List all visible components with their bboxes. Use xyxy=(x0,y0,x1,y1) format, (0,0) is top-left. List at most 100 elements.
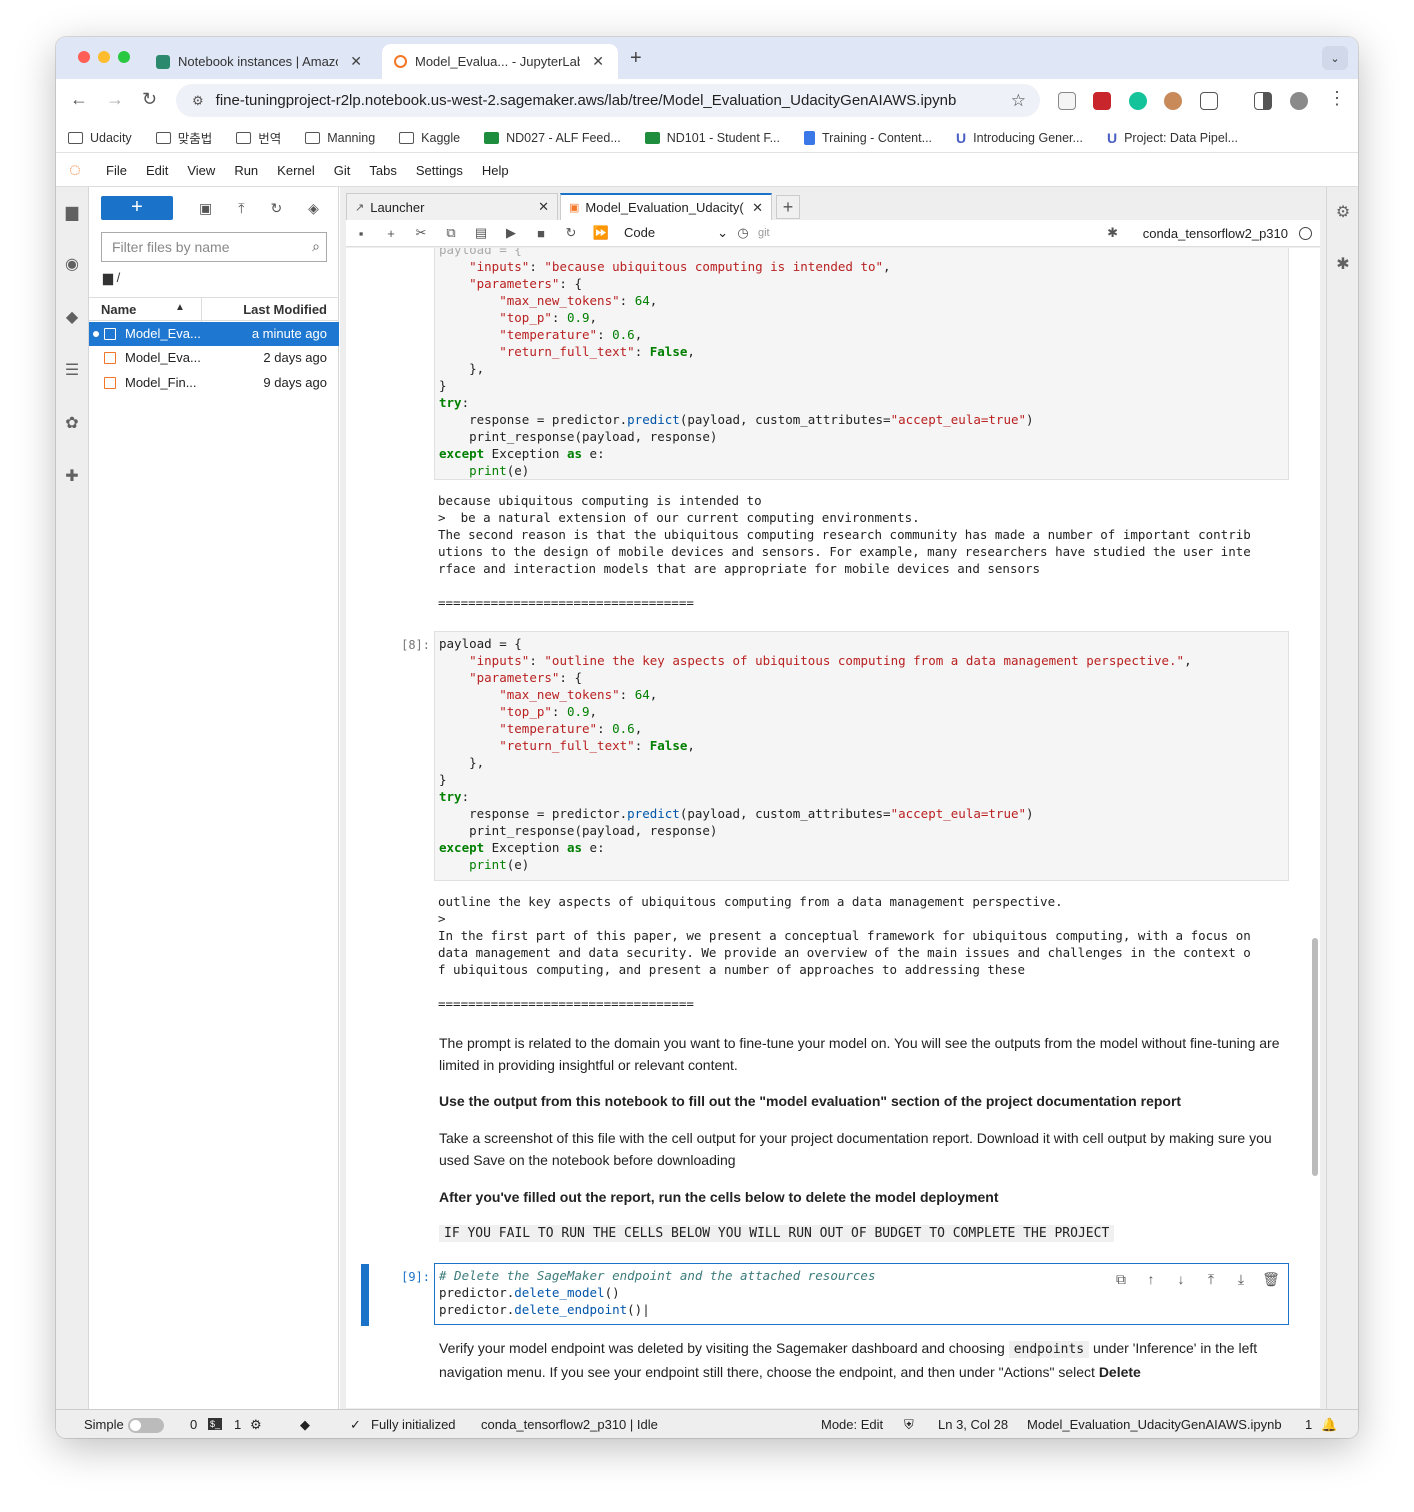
property-inspector-icon[interactable]: ⚙ xyxy=(1333,203,1353,223)
extensions-icon[interactable]: ✚ xyxy=(62,467,82,487)
close-icon[interactable]: ✕ xyxy=(752,200,763,216)
insert-below-icon[interactable]: ⤓ xyxy=(1226,1271,1256,1288)
menu-help[interactable]: Help xyxy=(482,163,509,178)
restart-icon[interactable]: ↻ xyxy=(556,225,586,241)
cursor-position[interactable]: Ln 3, Col 28 xyxy=(938,1417,1008,1432)
code-cell-8-editor[interactable]: payload = { "inputs": "outline the key a… xyxy=(434,631,1289,881)
menu-file[interactable]: File xyxy=(106,163,127,178)
code-cell-7-editor[interactable]: payload = { "inputs": "because ubiquitou… xyxy=(434,248,1289,480)
new-launcher-button[interactable]: + xyxy=(101,196,173,220)
page-extension-icon[interactable] xyxy=(1058,92,1076,110)
simple-mode-toggle[interactable] xyxy=(128,1418,164,1433)
git-icon[interactable]: ◆ xyxy=(62,308,82,328)
delete-cell-icon[interactable]: 🗑 xyxy=(1256,1271,1286,1288)
site-settings-icon[interactable]: ⚙ xyxy=(192,93,204,109)
paste-icon[interactable]: ▤ xyxy=(466,225,496,241)
notebook-scrollbar[interactable] xyxy=(1312,938,1318,1176)
lastpass-extension-icon[interactable] xyxy=(1093,92,1111,110)
tab-search-button[interactable]: ⌄ xyxy=(1322,46,1348,70)
history-icon[interactable]: ◷ xyxy=(728,225,758,241)
bookmark-introducing[interactable]: U Introducing Gener... xyxy=(956,130,1083,146)
menu-git[interactable]: Git xyxy=(334,163,351,178)
address-bar[interactable]: ⚙ fine-tuningproject-r2lp.notebook.us-we… xyxy=(176,84,1040,117)
insert-cell-icon[interactable]: + xyxy=(376,226,406,241)
kernel-count[interactable]: 1 xyxy=(234,1417,241,1432)
bookmark-project[interactable]: U Project: Data Pipel... xyxy=(1107,130,1238,146)
bookmark-manning[interactable]: Manning xyxy=(305,131,375,145)
tab-launcher[interactable]: ↗ Launcher ✕ xyxy=(346,193,558,220)
upload-icon[interactable]: ⤒ xyxy=(238,200,244,217)
kernel-name[interactable]: conda_tensorflow2_p310 xyxy=(1143,226,1288,241)
running-kernels-icon[interactable]: ◉ xyxy=(62,255,82,275)
bookmark-nd027[interactable]: ND027 - ALF Feed... xyxy=(484,131,621,145)
save-icon[interactable]: ▪ xyxy=(346,226,376,241)
git-status-icon[interactable]: ◆ xyxy=(300,1417,310,1433)
tab-notebook[interactable]: ▣ Model_Evaluation_Udacity( ✕ xyxy=(560,193,772,220)
stop-icon[interactable]: ■ xyxy=(526,226,556,241)
breadcrumb[interactable]: ▆ / xyxy=(103,270,120,286)
bookmark-star-icon[interactable]: ☆ xyxy=(1011,91,1026,111)
reload-button[interactable]: ↻ xyxy=(142,89,157,110)
file-browser-icon[interactable]: ▆ xyxy=(62,203,82,223)
refresh-icon[interactable]: ↻ xyxy=(270,200,282,217)
browser-menu-icon[interactable]: ⋮ xyxy=(1328,88,1346,109)
bookmark-udacity[interactable]: Udacity xyxy=(68,131,132,145)
markdown-cell[interactable]: The prompt is related to the domain you … xyxy=(439,1032,1284,1245)
zoom-window-button[interactable] xyxy=(118,51,130,63)
bell-icon[interactable]: 🔔 xyxy=(1321,1417,1337,1433)
bookmark-translate[interactable]: 번역 xyxy=(236,128,281,147)
git-clone-icon[interactable]: ◈ xyxy=(308,200,319,217)
grammarly-extension-icon[interactable] xyxy=(1129,92,1147,110)
menu-edit[interactable]: Edit xyxy=(146,163,168,178)
sagemaker-icon[interactable]: ✿ xyxy=(62,414,82,434)
menu-kernel[interactable]: Kernel xyxy=(277,163,315,178)
profile-avatar[interactable] xyxy=(1290,92,1308,110)
menu-run[interactable]: Run xyxy=(234,163,258,178)
extension-icon[interactable] xyxy=(1164,92,1182,110)
close-window-button[interactable] xyxy=(78,51,90,63)
bookmark-nd101[interactable]: ND101 - Student F... xyxy=(644,131,780,145)
copy-icon[interactable]: ⧉ xyxy=(436,225,466,241)
run-all-icon[interactable]: ⏩ xyxy=(586,225,616,241)
debugger-icon[interactable]: ✱ xyxy=(1107,225,1118,241)
menu-tabs[interactable]: Tabs xyxy=(369,163,396,178)
notification-count[interactable]: 1 xyxy=(1305,1417,1312,1432)
terminal-count[interactable]: 0 xyxy=(190,1417,197,1432)
side-panel-icon[interactable] xyxy=(1254,92,1272,110)
cut-icon[interactable]: ✂ xyxy=(406,225,436,241)
insert-above-icon[interactable]: ⤒ xyxy=(1196,1271,1226,1288)
file-row[interactable]: Model_Fin... 9 days ago xyxy=(89,371,339,395)
browser-tab-sagemaker[interactable]: Notebook instances | Amazon ✕ xyxy=(144,44,376,79)
sort-ascending-icon[interactable]: ▲ xyxy=(175,302,185,313)
duplicate-cell-icon[interactable]: ⧉ xyxy=(1106,1271,1136,1288)
cell-type-select[interactable]: Code ⌄ xyxy=(624,225,728,241)
new-tab-button[interactable]: + xyxy=(630,47,642,70)
close-tab-icon[interactable]: ✕ xyxy=(350,53,362,70)
table-of-contents-icon[interactable]: ☰ xyxy=(62,361,82,381)
file-row[interactable]: Model_Eva... 2 days ago xyxy=(89,346,339,370)
modified-column-header[interactable]: Last Modified xyxy=(243,302,327,317)
forward-button[interactable]: → xyxy=(106,89,124,110)
move-up-icon[interactable]: ↑ xyxy=(1136,1271,1166,1288)
markdown-cell[interactable]: Verify your model endpoint was deleted b… xyxy=(439,1337,1284,1383)
menu-settings[interactable]: Settings xyxy=(416,163,463,178)
git-diff-button[interactable]: git xyxy=(758,227,770,239)
extensions-puzzle-icon[interactable] xyxy=(1200,92,1218,110)
trusted-shield-icon[interactable]: ⛨ xyxy=(904,1417,914,1433)
lsp-status[interactable]: Fully initialized xyxy=(371,1417,456,1432)
bookmark-training[interactable]: Training - Content... xyxy=(804,130,932,145)
name-column-header[interactable]: Name xyxy=(101,302,136,317)
browser-tab-jupyterlab[interactable]: Model_Evalua... - JupyterLab ✕ xyxy=(382,44,618,79)
new-launcher-tab-button[interactable]: + xyxy=(776,195,800,219)
kernel-status[interactable]: conda_tensorflow2_p310 | Idle xyxy=(481,1417,658,1432)
debugger-icon[interactable]: ✱ xyxy=(1333,255,1353,275)
new-folder-icon[interactable]: ▣ xyxy=(199,200,212,217)
filter-files-input[interactable]: Filter files by name ⌕ xyxy=(101,232,327,262)
minimize-window-button[interactable] xyxy=(98,51,110,63)
bookmark-spelling[interactable]: 맞춤법 xyxy=(155,128,212,147)
close-icon[interactable]: ✕ xyxy=(538,199,549,215)
close-tab-icon[interactable]: ✕ xyxy=(592,53,604,70)
move-down-icon[interactable]: ↓ xyxy=(1166,1271,1196,1288)
bookmark-kaggle[interactable]: Kaggle xyxy=(399,131,460,145)
file-row[interactable]: Model_Eva... a minute ago xyxy=(89,322,339,346)
